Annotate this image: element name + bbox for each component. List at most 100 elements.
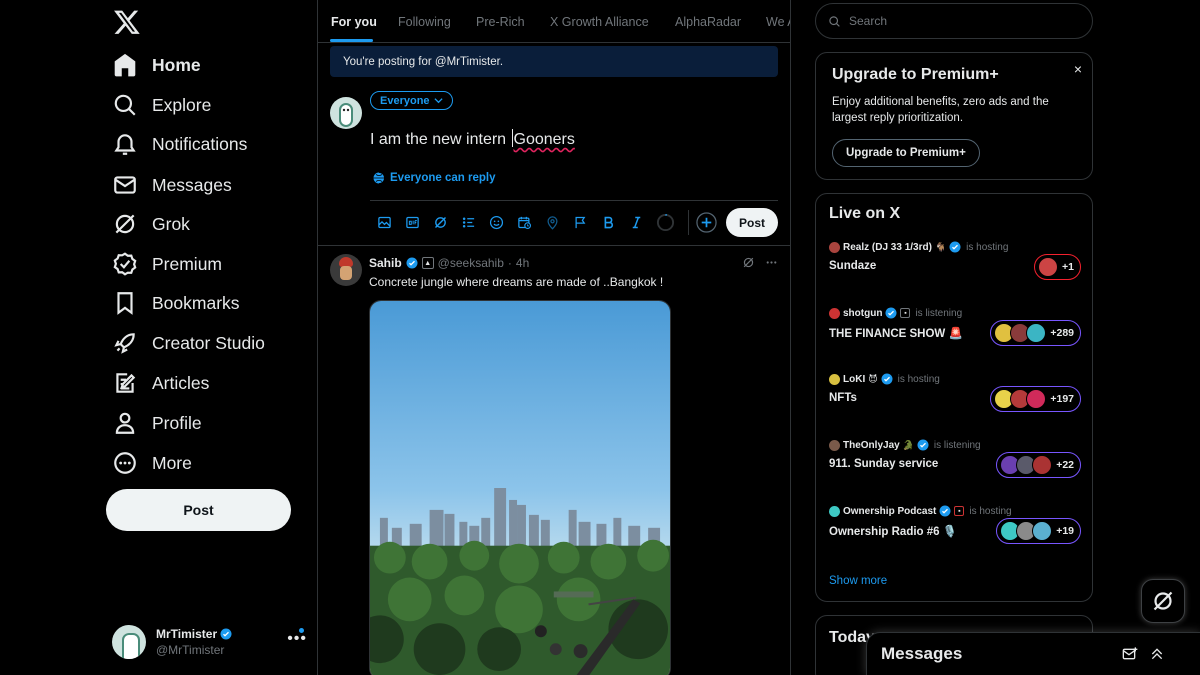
verified-badge-icon [406, 257, 418, 269]
live-listeners-pill: +19 [996, 518, 1081, 544]
live-host-emoji: 😈 [868, 373, 878, 384]
nav-explore[interactable]: Explore [112, 85, 211, 125]
gif-icon[interactable] [398, 208, 426, 236]
nav-grok[interactable]: Grok [112, 204, 190, 244]
verified-badge-icon [220, 628, 232, 640]
avatar [829, 505, 840, 517]
grok-icon[interactable] [742, 256, 755, 269]
tweet-time[interactable]: 4h [516, 256, 529, 270]
affiliate-badge-icon: ▪ [954, 506, 965, 516]
poll-icon[interactable] [454, 208, 482, 236]
compose-text-misspelled: Gooners [513, 131, 575, 148]
live-space-name: 911. Sunday service [829, 458, 939, 470]
nav-creator-studio-label: Creator Studio [152, 332, 265, 353]
live-item[interactable]: Realz (DJ 33 1/3rd) 🐐 is hosting Sundaze… [829, 240, 1081, 295]
tab-alpharadar[interactable]: AlphaRadar [675, 0, 741, 42]
chevron-up-double-icon[interactable] [1149, 646, 1165, 662]
media-icon[interactable] [370, 208, 398, 236]
reply-setting-button[interactable]: Everyone can reply [373, 172, 495, 184]
flag-icon[interactable] [566, 208, 594, 236]
nav-profile-label: Profile [152, 412, 202, 433]
live-status: is hosting [969, 505, 1012, 517]
audience-selector[interactable]: Everyone [370, 91, 453, 110]
grok-icon [1153, 591, 1173, 611]
grok-icon[interactable] [426, 208, 454, 236]
timeline-tabs: For you Following Pre-Rich X Growth Alli… [318, 0, 790, 43]
location-icon[interactable] [538, 208, 566, 236]
nav-grok-label: Grok [152, 213, 190, 234]
search-input[interactable] [849, 14, 1069, 28]
search-box[interactable] [815, 3, 1093, 39]
nav-messages[interactable]: Messages [112, 165, 232, 205]
live-host-name: Ownership Podcast [843, 505, 937, 517]
nav-bookmarks[interactable]: Bookmarks [112, 283, 240, 323]
tweet-image[interactable] [369, 300, 671, 675]
premium-upsell-card: Upgrade to Premium+ × Enjoy additional b… [815, 52, 1093, 180]
live-item[interactable]: TheOnlyJay 🐊 is listening 911. Sunday se… [829, 438, 1081, 493]
tab-following[interactable]: Following [398, 0, 451, 42]
schedule-icon[interactable] [510, 208, 538, 236]
post-button[interactable]: Post [106, 489, 291, 531]
tab-pre-rich[interactable]: Pre-Rich [476, 0, 525, 42]
verified-badge-icon [881, 373, 893, 385]
tab-we-a[interactable]: We A [766, 0, 790, 42]
avatar[interactable] [330, 254, 362, 286]
verified-badge-icon [939, 505, 951, 517]
nav-notifications[interactable]: Notifications [112, 124, 247, 164]
close-icon[interactable]: × [1074, 61, 1082, 77]
live-title: Live on X [829, 205, 901, 222]
premium-title: Upgrade to Premium+ [832, 66, 999, 83]
new-message-icon[interactable] [1122, 646, 1138, 662]
live-space-name: NFTs [829, 392, 857, 404]
nav-profile[interactable]: Profile [112, 403, 202, 443]
tweet-author-name[interactable]: Sahib [369, 256, 402, 270]
tweet-separator: · [507, 256, 512, 270]
live-listeners-pill: +289 [990, 320, 1081, 346]
add-post-icon[interactable] [696, 212, 717, 233]
nav-articles[interactable]: Articles [112, 363, 209, 403]
x-logo-icon[interactable] [113, 8, 141, 36]
live-count: +289 [1050, 327, 1074, 339]
more-dots-icon[interactable] [765, 256, 778, 269]
tweet-actions [742, 256, 778, 269]
globe-icon [373, 172, 385, 184]
compose-textarea[interactable]: I am the new intern Gooners [370, 129, 575, 149]
emoji-icon[interactable] [482, 208, 510, 236]
compose-post-button[interactable]: Post [726, 208, 778, 237]
grok-floating-button[interactable] [1141, 579, 1185, 623]
live-item[interactable]: Ownership Podcast ▪ is hosting Ownership… [829, 504, 1081, 559]
italic-icon[interactable] [622, 208, 650, 236]
tab-x-growth-alliance[interactable]: X Growth Alliance [550, 0, 649, 42]
nav-premium[interactable]: Premium [112, 244, 222, 284]
nav-more[interactable]: More [112, 443, 192, 483]
show-more-link[interactable]: Show more [829, 575, 887, 587]
live-on-x-card: Live on X Realz (DJ 33 1/3rd) 🐐 is hosti… [815, 193, 1093, 602]
main-timeline: For you Following Pre-Rich X Growth Alli… [318, 0, 791, 675]
live-status: is hosting [966, 241, 1009, 253]
live-item[interactable]: LoKI 😈 is hosting NFTs +197 [829, 372, 1081, 427]
character-count-ring [656, 213, 675, 232]
divider [370, 200, 778, 201]
avatar [829, 241, 840, 253]
verified-badge-icon [885, 307, 897, 319]
grok-icon [115, 214, 135, 234]
upgrade-premium-button[interactable]: Upgrade to Premium+ [832, 139, 980, 167]
avatar [1032, 455, 1053, 475]
verified-badge-icon [917, 439, 929, 451]
avatar [330, 97, 362, 129]
bold-icon[interactable] [594, 208, 622, 236]
compose-toolbar [370, 208, 650, 236]
tab-for-you[interactable]: For you [331, 0, 377, 42]
live-item[interactable]: shotgun ▪ is listening THE FINANCE SHOW … [829, 306, 1081, 361]
more-dots-icon[interactable]: ••• [287, 630, 307, 648]
avatar [112, 625, 146, 659]
nav-home[interactable]: Home [112, 45, 201, 85]
account-switcher[interactable]: MrTimister @MrTimister ••• [112, 622, 307, 662]
nav-explore-label: Explore [152, 94, 212, 115]
tweet-author-handle[interactable]: @seeksahib [438, 256, 504, 270]
avatar [1032, 521, 1053, 541]
nav-creator-studio[interactable]: Creator Studio [112, 323, 265, 363]
search-icon [829, 15, 840, 27]
posting-as-banner: You're posting for @MrTimister. [330, 46, 778, 77]
messages-drawer[interactable]: Messages [866, 632, 1200, 675]
